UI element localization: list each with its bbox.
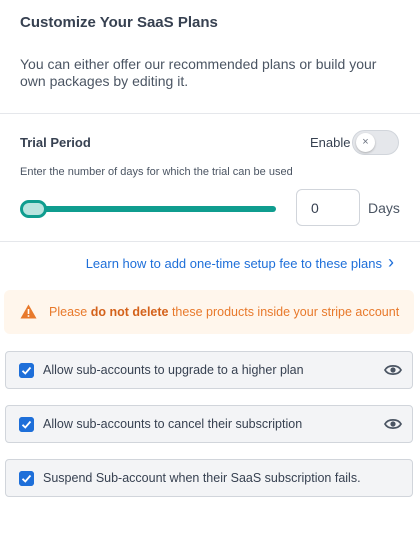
warning-triangle-icon: [20, 304, 37, 319]
close-icon: ×: [356, 133, 375, 152]
setup-fee-link[interactable]: Learn how to add one-time setup fee to t…: [86, 256, 382, 271]
warning-text: Please do not delete these products insi…: [49, 305, 400, 319]
checkbox-checked-icon[interactable]: [19, 363, 34, 378]
option-label: Allow sub-accounts to upgrade to a highe…: [43, 363, 304, 377]
trial-days-slider-track[interactable]: [24, 206, 276, 212]
checkbox-checked-icon[interactable]: [19, 471, 34, 486]
trial-period-section: Trial Period Enable × Enter the number o…: [0, 114, 420, 242]
trial-period-label: Trial Period: [20, 135, 91, 150]
trial-enable-toggle[interactable]: ×: [352, 130, 399, 155]
trial-days-hint: Enter the number of days for which the t…: [20, 166, 293, 178]
page-title: Customize Your SaaS Plans: [20, 14, 218, 31]
days-unit-label: Days: [368, 200, 400, 216]
trial-days-input[interactable]: [296, 189, 360, 226]
enable-label: Enable: [310, 135, 351, 150]
option-label: Allow sub-accounts to cancel their subsc…: [43, 417, 303, 431]
trial-days-slider-handle[interactable]: [20, 200, 47, 218]
stripe-warning-banner: Please do not delete these products insi…: [4, 290, 414, 334]
eye-icon[interactable]: [384, 363, 402, 377]
plans-header: Customize Your SaaS Plans You can either…: [0, 0, 420, 114]
option-cancel-subscription[interactable]: Allow sub-accounts to cancel their subsc…: [5, 405, 413, 443]
warning-emphasis: do not delete: [90, 305, 169, 319]
eye-icon[interactable]: [384, 417, 402, 431]
option-suspend-sub-account[interactable]: Suspend Sub-account when their SaaS subs…: [5, 459, 413, 497]
chevron-right-icon[interactable]: ›: [388, 252, 394, 273]
page-description: You can either offer our recommended pla…: [20, 56, 377, 89]
checkbox-checked-icon[interactable]: [19, 417, 34, 432]
option-upgrade-plan[interactable]: Allow sub-accounts to upgrade to a highe…: [5, 351, 413, 389]
option-label: Suspend Sub-account when their SaaS subs…: [43, 471, 361, 485]
